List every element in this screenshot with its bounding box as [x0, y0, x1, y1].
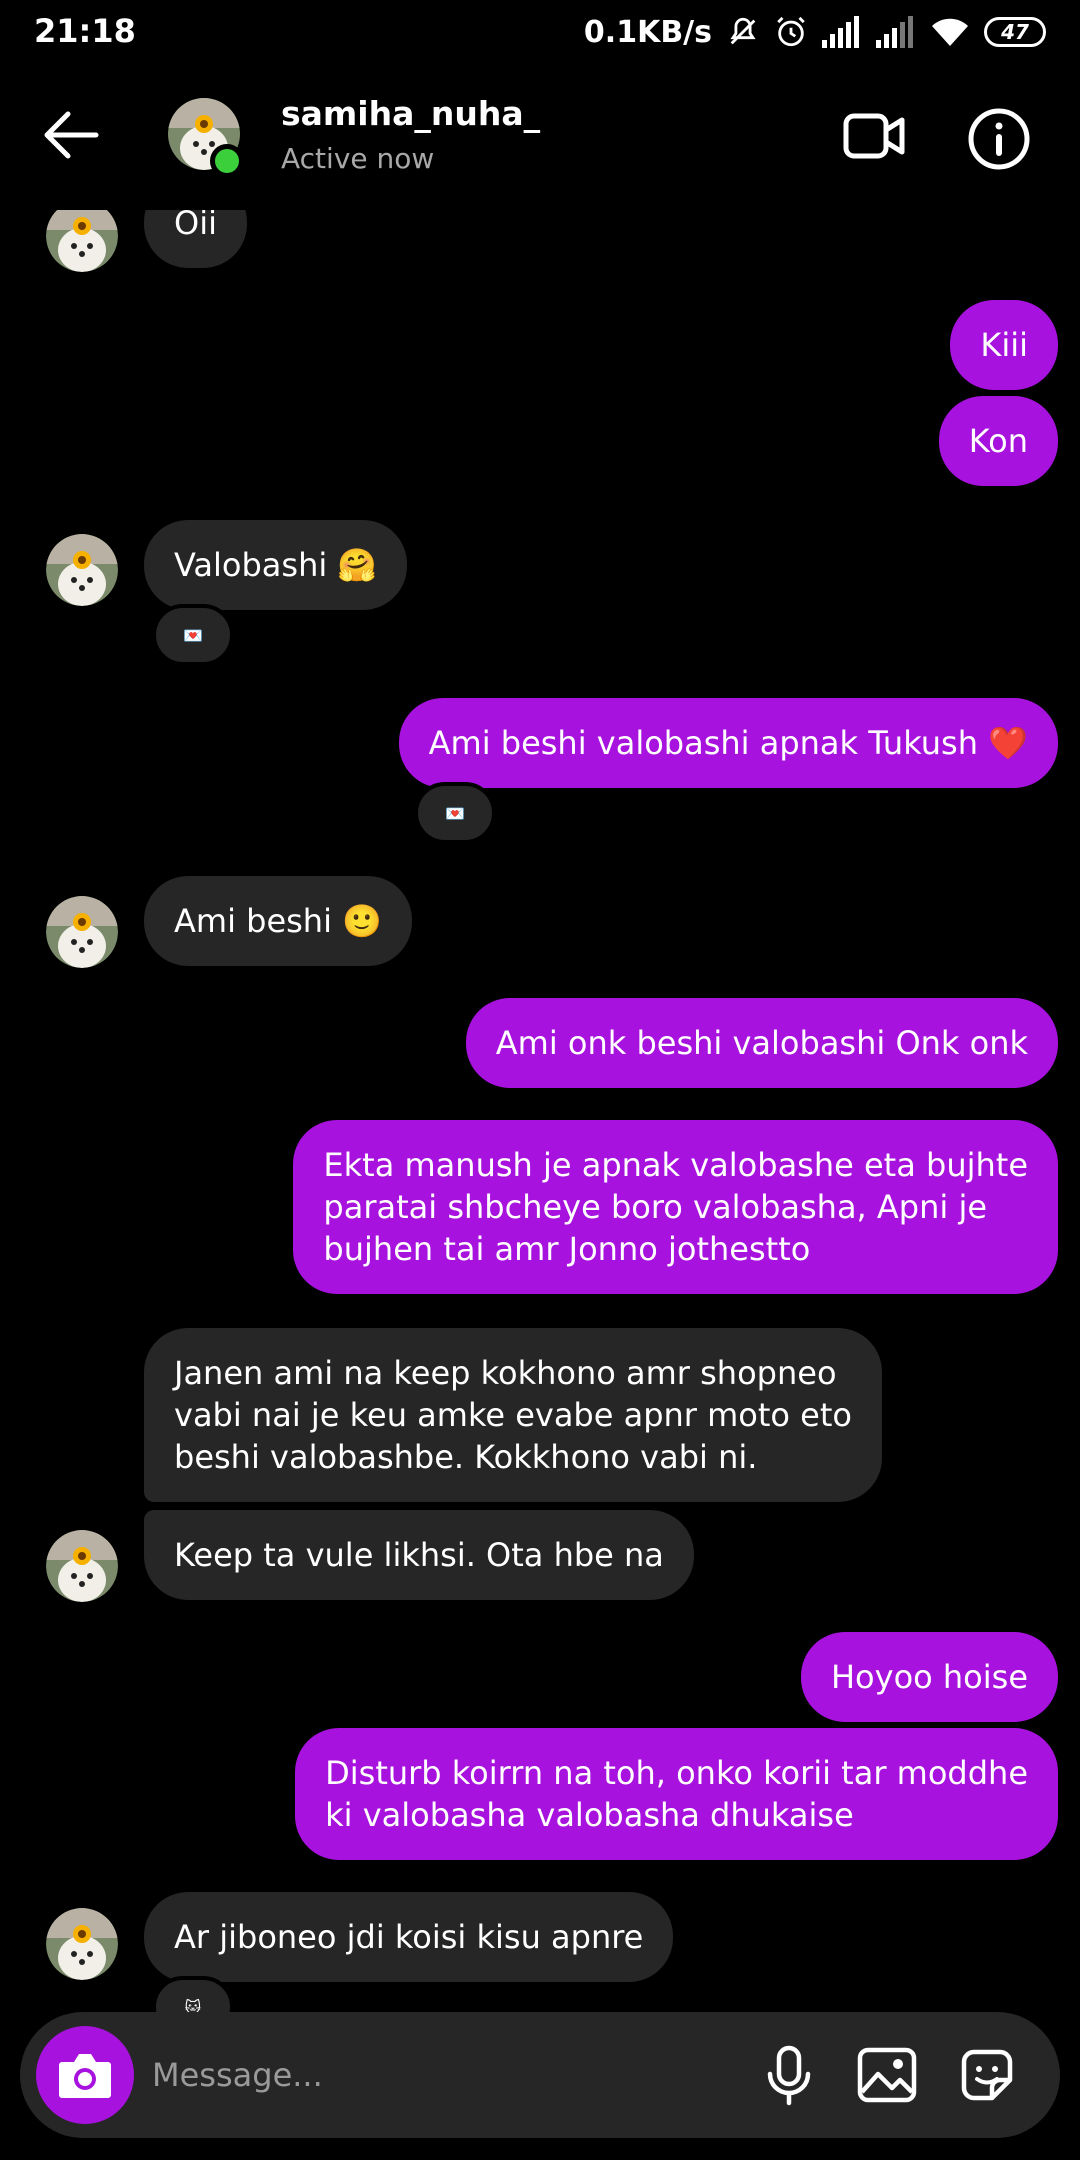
- dog-sunflower-avatar-icon: [46, 200, 118, 272]
- back-arrow-icon[interactable]: [38, 102, 104, 168]
- sticker-icon[interactable]: [954, 2042, 1020, 2108]
- camera-icon: [59, 2054, 111, 2098]
- incoming-message[interactable]: Valobashi 🤗: [144, 520, 408, 610]
- message-line: vabi nai je keu amke evabe apnr moto eto: [174, 1396, 852, 1434]
- status-time: 21:18: [34, 12, 136, 50]
- gallery-icon[interactable]: [854, 2042, 920, 2108]
- dog-sunflower-avatar-icon: [46, 534, 118, 606]
- incoming-message[interactable]: Janen ami na keep kokhono amr shopneo va…: [144, 1328, 882, 1502]
- signal-icon-2: [876, 16, 913, 48]
- incoming-message[interactable]: Ar jiboneo jdi koisi kisu apnre: [144, 1892, 674, 1982]
- outgoing-message[interactable]: Ami onk beshi valobashi Onk onk: [465, 998, 1058, 1088]
- dog-sunflower-avatar-icon: [46, 896, 118, 968]
- signal-icon: [822, 16, 859, 48]
- wifi-icon: [932, 18, 968, 46]
- message-line: paratai shbcheye boro valobasha, Apni je: [323, 1188, 988, 1226]
- incoming-message[interactable]: Ami beshi 🙂: [144, 876, 412, 966]
- chat-header: samiha_nuha_ Active now: [0, 62, 1080, 210]
- message-input[interactable]: [152, 2042, 732, 2108]
- sender-avatar: [46, 534, 118, 606]
- dog-sunflower-avatar-icon: [46, 1908, 118, 1980]
- status-icons: 0.1KB/s 47: [584, 12, 1046, 52]
- message-reaction[interactable]: 💌: [414, 782, 496, 844]
- network-speed: 0.1KB/s: [583, 14, 712, 50]
- message-reaction[interactable]: 💌: [152, 604, 234, 666]
- incoming-message[interactable]: Keep ta vule likhsi. Ota hbe na: [144, 1510, 694, 1600]
- sender-avatar: [46, 1908, 118, 1980]
- message-line: Disturb koirrn na toh, onko korii tar mo…: [325, 1754, 1028, 1792]
- mute-icon: [730, 17, 756, 45]
- status-bar: 21:18 0.1KB/s 47: [0, 0, 1080, 62]
- outgoing-message[interactable]: Ami beshi valobashi apnak Tukush ❤️: [398, 698, 1058, 788]
- message-line: ki valobasha valobasha dhukaise: [325, 1796, 854, 1834]
- sender-avatar: [46, 896, 118, 968]
- outgoing-message[interactable]: Kon: [938, 396, 1058, 486]
- message-line: beshi valobashbe. Kokkhono vabi ni.: [174, 1438, 758, 1476]
- message-line: bujhen tai amr Jonno jothestto: [323, 1230, 811, 1268]
- contact-activity-status: Active now: [281, 142, 435, 175]
- message-line: Ekta manush je apnak valobashe eta bujht…: [323, 1146, 1028, 1184]
- info-icon[interactable]: [966, 106, 1032, 172]
- contact-username[interactable]: samiha_nuha_: [281, 94, 540, 133]
- video-call-icon[interactable]: [842, 106, 908, 166]
- alarm-icon: [777, 16, 805, 47]
- message-composer: [20, 2012, 1060, 2138]
- camera-button[interactable]: [36, 2026, 134, 2124]
- outgoing-message[interactable]: Disturb koirrn na toh, onko korii tar mo…: [295, 1728, 1058, 1860]
- outgoing-message[interactable]: Kiii: [950, 300, 1058, 390]
- outgoing-message[interactable]: Hoyoo hoise: [800, 1632, 1058, 1722]
- dog-sunflower-avatar-icon: [46, 1530, 118, 1602]
- online-status-dot: [210, 144, 244, 178]
- battery-indicator: 47: [984, 17, 1046, 47]
- sender-avatar: [46, 1530, 118, 1602]
- message-line: Janen ami na keep kokhono amr shopneo: [174, 1354, 837, 1392]
- outgoing-message[interactable]: Ekta manush je apnak valobashe eta bujht…: [293, 1120, 1058, 1294]
- microphone-icon[interactable]: [756, 2042, 822, 2108]
- sender-avatar: [46, 200, 118, 272]
